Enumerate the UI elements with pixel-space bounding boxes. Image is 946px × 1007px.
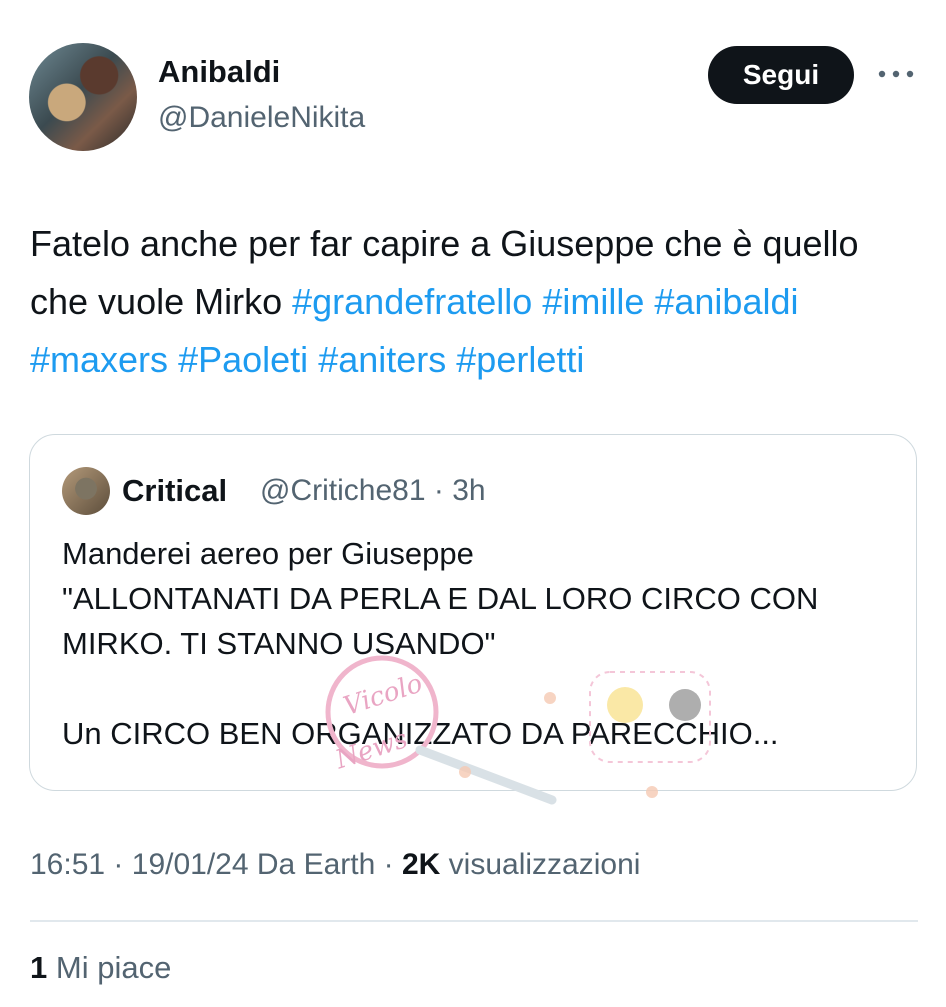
views-count: 2K (401, 848, 441, 881)
hashtag-link[interactable]: #Paoleti (178, 339, 308, 380)
likes-count: 1 (30, 950, 48, 985)
author-handle[interactable]: @DanieleNikita (158, 101, 365, 135)
author-avatar[interactable] (29, 43, 137, 151)
tweet-meta: 16:51 · 19/01/24 Da Earth · 2K visualizz… (30, 848, 640, 882)
follow-button[interactable]: Segui (708, 46, 854, 104)
meta-separator: · (433, 474, 444, 507)
hashtag-link[interactable]: #anibaldi (654, 281, 798, 322)
quoted-author-name[interactable]: Critical (122, 473, 227, 509)
author-display-name[interactable]: Anibaldi (158, 54, 280, 90)
quoted-author-meta: @Critiche81 · 3h (260, 474, 486, 508)
meta-separator: · (113, 848, 124, 881)
hashtag-link[interactable]: #grandefratello (292, 281, 532, 322)
tweet-source: Da Earth (256, 848, 376, 881)
quoted-tweet-card[interactable]: Critical @Critiche81 · 3h Manderei aereo… (29, 434, 917, 791)
likes-row[interactable]: 1 Mi piace (30, 950, 171, 986)
more-horizontal-icon[interactable] (876, 62, 916, 86)
quoted-tweet-text: Manderei aereo per Giuseppe "ALLONTANATI… (62, 536, 819, 751)
hashtag-link[interactable]: #imille (542, 281, 644, 322)
meta-separator: · (383, 848, 394, 881)
divider (30, 920, 918, 922)
quoted-author-avatar[interactable] (62, 467, 110, 515)
tweet-date[interactable]: 19/01/24 (132, 848, 249, 881)
views-label: visualizzazioni (448, 848, 641, 881)
hashtag-link[interactable]: #perletti (456, 339, 584, 380)
likes-label: Mi piace (55, 950, 172, 985)
tweet-time[interactable]: 16:51 (30, 848, 105, 881)
quoted-author-handle[interactable]: @Critiche81 (260, 474, 426, 507)
tweet-text: Fatelo anche per far capire a Giuseppe c… (30, 215, 910, 389)
hashtag-link[interactable]: #aniters (318, 339, 446, 380)
hashtag-link[interactable]: #maxers (30, 339, 168, 380)
quoted-tweet-time: 3h (452, 474, 486, 507)
